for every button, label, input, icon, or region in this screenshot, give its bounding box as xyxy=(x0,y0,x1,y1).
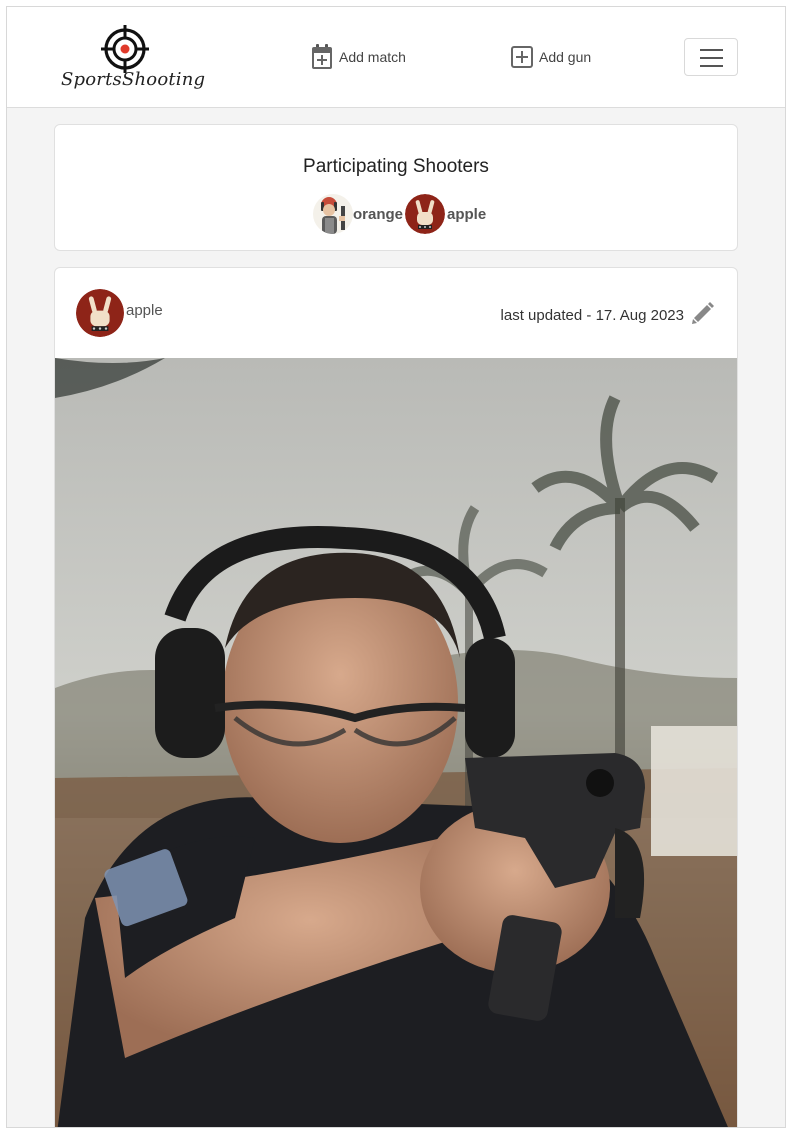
pencil-icon[interactable] xyxy=(690,300,716,330)
shooter-apple[interactable]: apple xyxy=(405,194,486,234)
navbar-toggler-button[interactable] xyxy=(684,38,738,76)
avatar xyxy=(405,194,446,234)
shooters-list: orange apple xyxy=(313,194,486,234)
add-gun-label: Add gun xyxy=(539,49,592,65)
rock-hand-avatar-icon xyxy=(405,194,446,234)
post-author-name: apple xyxy=(126,301,163,319)
calendar-plus-icon xyxy=(312,44,332,69)
brand-name: SportsShooting xyxy=(61,69,206,90)
shooter-name: apple xyxy=(447,205,487,223)
avatar xyxy=(313,194,353,234)
hamburger-icon-bar xyxy=(700,57,723,59)
participating-shooters-card: Participating Shooters orange apple xyxy=(54,124,738,251)
crosshair-logo-icon xyxy=(101,25,149,73)
avatar xyxy=(76,289,124,337)
last-updated-text: last updated - 17. Aug 2023 xyxy=(500,306,684,324)
post-author[interactable]: apple xyxy=(76,289,163,337)
shooters-title: Participating Shooters xyxy=(303,156,489,177)
rock-hand-avatar-icon xyxy=(76,289,124,337)
page-frame: SportsShooting Add match Add gun Partici… xyxy=(6,6,786,1128)
shooter-orange[interactable]: orange xyxy=(313,194,403,234)
post-image xyxy=(55,358,737,1127)
hamburger-icon-bar xyxy=(700,49,723,51)
add-match-link[interactable]: Add match xyxy=(311,44,406,69)
add-match-label: Add match xyxy=(339,49,406,65)
add-gun-link[interactable]: Add gun xyxy=(511,45,591,69)
navbar: SportsShooting Add match Add gun xyxy=(7,7,785,108)
post-card: apple last updated - 17. Aug 2023 xyxy=(54,267,738,1127)
shooter-name: orange xyxy=(353,205,404,223)
cartoon-shooter-avatar-icon xyxy=(313,194,353,234)
brand-logo[interactable]: SportsShooting xyxy=(59,23,205,97)
post-meta: last updated - 17. Aug 2023 xyxy=(501,300,716,330)
hamburger-icon-bar xyxy=(700,65,723,67)
plus-square-icon xyxy=(511,46,533,68)
